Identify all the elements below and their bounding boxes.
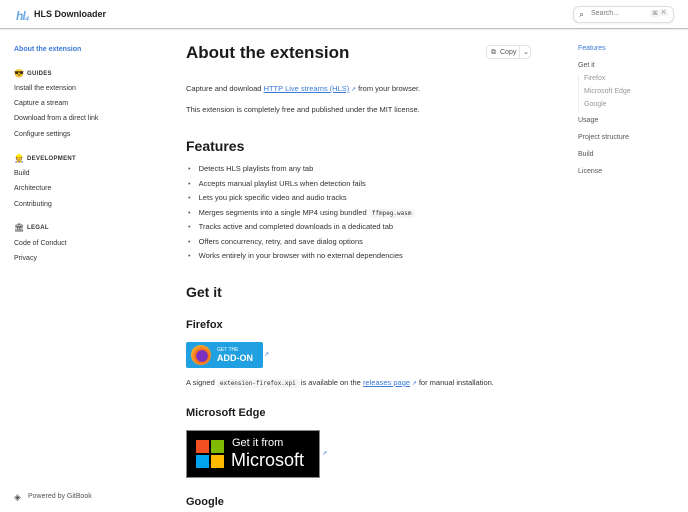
signed-paragraph: A signed extension-firefox.xpi is availa…	[186, 378, 494, 388]
classical-building-icon: 🏛	[14, 223, 25, 232]
features-heading: Features	[186, 138, 245, 154]
toc-item[interactable]: Project structure	[578, 134, 629, 141]
toc-item[interactable]: License	[578, 168, 602, 175]
intro-text: Capture and download	[186, 84, 264, 93]
feature-item: Lets you pick specific video and audio t…	[188, 193, 347, 202]
inline-code: extension-firefox.xpi	[216, 379, 299, 388]
badge-text: Microsoft	[231, 450, 305, 470]
releases-link[interactable]: releases page	[363, 378, 410, 387]
top-header: hl₄ HLS Downloader ⌕ Search... ⌘ K	[0, 0, 688, 29]
toc-item[interactable]: Get it	[578, 62, 595, 69]
microsoft-logo-icon	[196, 440, 224, 468]
search-placeholder: Search...	[591, 10, 620, 17]
sidebar-item[interactable]: Code of Conduct	[14, 240, 67, 247]
external-link-icon: ↗	[322, 451, 328, 457]
external-link-icon: ↗	[410, 381, 417, 387]
sidebar-item[interactable]: Download from a direct link	[14, 115, 98, 122]
firefox-addon-badge[interactable]: GET THE ADD-ON	[186, 342, 263, 368]
shortcut-key: ⌘	[650, 10, 660, 17]
inline-code: ffmpeg.wasm	[368, 209, 415, 218]
page-title: About the extension	[186, 43, 350, 62]
external-link-icon: ↗	[264, 352, 270, 358]
sidebar-item[interactable]: Contributing	[14, 201, 52, 208]
feature-item: Merges segments into a single MP4 using …	[188, 208, 415, 218]
chevron-down-icon[interactable]: ⌄	[519, 46, 529, 58]
feature-item: Tracks active and completed downloads in…	[188, 222, 393, 231]
text: is available on the	[298, 378, 363, 387]
sunglasses-icon: 😎	[14, 69, 24, 78]
google-heading: Google	[186, 496, 224, 508]
copy-label: Copy	[500, 49, 517, 56]
search-icon: ⌕	[579, 9, 585, 19]
toc-item[interactable]: Google	[584, 101, 607, 108]
feature-item: Offers concurrency, retry, and save dial…	[188, 237, 363, 246]
text: A signed	[186, 378, 217, 387]
sidebar-item[interactable]: Architecture	[14, 185, 51, 192]
badge-text: Get it from	[232, 437, 284, 449]
firefox-heading: Firefox	[186, 319, 223, 331]
toc-item[interactable]: Usage	[578, 117, 598, 124]
feature-item: Accepts manual playlist URLs when detect…	[188, 179, 366, 188]
sidebar-item[interactable]: Configure settings	[14, 131, 70, 138]
section-development: DEVELOPMENT	[27, 156, 76, 162]
copy-button[interactable]: ⧉ Copy ⌄	[486, 45, 531, 59]
intro-text: from your browser.	[355, 84, 421, 93]
badge-text: ADD-ON	[217, 353, 253, 363]
get-it-heading: Get it	[186, 284, 222, 300]
toc-item[interactable]: Firefox	[584, 75, 605, 82]
shortcut-key: K	[660, 10, 669, 16]
edge-heading: Microsoft Edge	[186, 407, 266, 419]
microsoft-store-badge[interactable]: Get it from Microsoft	[186, 430, 320, 478]
app-title[interactable]: HLS Downloader	[34, 9, 106, 19]
feature-item: Detects HLS playlists from any tab	[188, 164, 314, 173]
search-input[interactable]: ⌕ Search... ⌘ K	[573, 6, 674, 23]
feature-text: Merges segments into a single MP4 using …	[198, 208, 369, 217]
sidebar-item[interactable]: Install the extension	[14, 85, 76, 92]
logo-icon[interactable]: hl₄	[16, 9, 30, 23]
worker-icon: 👷	[14, 154, 24, 163]
powered-by-gitbook[interactable]: Powered by GitBook	[28, 493, 92, 500]
feature-item: Works entirely in your browser with no e…	[188, 251, 403, 260]
sidebar-item[interactable]: Build	[14, 170, 30, 177]
hls-link[interactable]: HTTP Live streams (HLS)	[264, 84, 350, 93]
license-paragraph: This extension is completely free and pu…	[186, 105, 420, 114]
toc-divider	[578, 75, 579, 113]
text: for manual installation.	[416, 378, 494, 387]
intro-paragraph: Capture and download HTTP Live streams (…	[186, 84, 420, 93]
section-legal: LEGAL	[27, 225, 49, 231]
copy-icon: ⧉	[491, 49, 496, 56]
toc-item[interactable]: Microsoft Edge	[584, 88, 631, 95]
sidebar-item-about[interactable]: About the extension	[14, 46, 81, 53]
section-guides: GUIDES	[27, 71, 52, 77]
gitbook-icon: ◈	[14, 492, 21, 502]
sidebar-item[interactable]: Capture a stream	[14, 100, 68, 107]
toc-item[interactable]: Features	[578, 45, 606, 52]
firefox-icon	[191, 345, 211, 365]
toc-item[interactable]: Build	[578, 151, 594, 158]
external-link-icon: ↗	[349, 87, 356, 93]
sidebar-item[interactable]: Privacy	[14, 255, 37, 262]
